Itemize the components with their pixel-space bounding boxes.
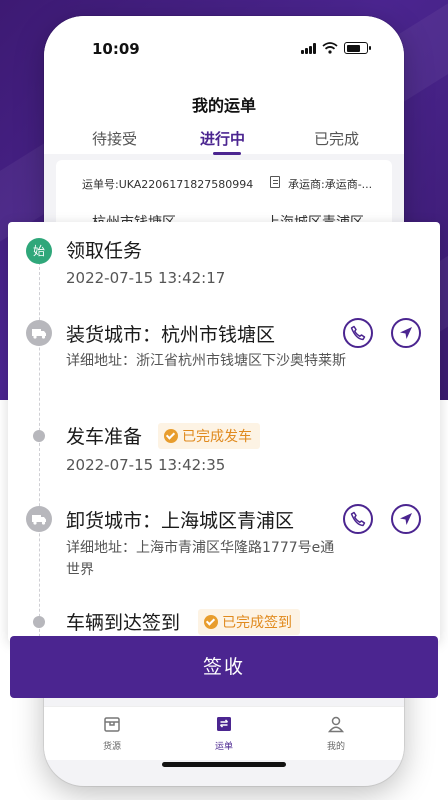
- waybill-progress-sheet: 始 领取任务 2022-07-15 13:42:17 装货城市：杭州市钱塘区 详…: [8, 222, 440, 642]
- nav-label-cargo: 货源: [102, 742, 121, 752]
- step-title-departure-prep: 发车准备: [66, 426, 143, 448]
- timeline-dot: [33, 616, 45, 628]
- wifi-icon: [322, 42, 338, 54]
- navigation-arrow-icon: [400, 327, 412, 339]
- nav-label-mine: 我的: [326, 742, 345, 752]
- header: 我的运单 待接受 进行中 已完成: [44, 72, 404, 155]
- check-circle-icon: [204, 615, 218, 629]
- timeline-dot: [33, 430, 45, 442]
- nav-cargo[interactable]: 货源: [82, 715, 142, 752]
- step-address-loading: 详细地址：浙江省杭州市钱塘区下沙奥特莱斯: [66, 353, 346, 369]
- truck-icon: [26, 506, 52, 532]
- status-icons: [301, 42, 371, 54]
- waybill-icon: [215, 715, 233, 733]
- nav-waybill[interactable]: 运单: [194, 715, 254, 752]
- step-address-unloading: 详细地址：上海市青浦区华隆路1777号e通世界: [66, 540, 335, 578]
- tab-bar: 待接受 进行中 已完成: [44, 128, 404, 155]
- navigate-button-unloading[interactable]: [391, 504, 421, 534]
- step-time-departure-prep: 2022-07-15 13:42:35: [66, 456, 226, 474]
- status-badge-departed: 已完成发车: [158, 423, 260, 449]
- copy-icon[interactable]: [270, 176, 280, 188]
- timeline-connector: [39, 262, 40, 642]
- navigate-button-loading[interactable]: [391, 318, 421, 348]
- active-tab-indicator: [213, 152, 241, 155]
- call-button-loading[interactable]: [343, 318, 373, 348]
- order-number: 运单号:UKA2206171827580994: [82, 178, 254, 191]
- start-node-icon: 始: [26, 238, 52, 264]
- step-title-arrival-checkin: 车辆到达签到: [66, 612, 181, 634]
- truck-icon: [26, 320, 52, 346]
- check-circle-icon: [164, 429, 178, 443]
- status-badge-checked-in: 已完成签到: [198, 609, 300, 635]
- phone-icon: [350, 325, 366, 341]
- step-title-unloading-city: 卸货城市：上海城区青浦区: [66, 510, 295, 532]
- step-title-loading-city: 装货城市：杭州市钱塘区: [66, 324, 276, 346]
- navigation-arrow-icon: [400, 513, 412, 525]
- page-title: 我的运单: [191, 96, 256, 115]
- sign-receipt-button[interactable]: 签收: [10, 636, 438, 698]
- tab-pending[interactable]: 待接受: [92, 128, 137, 149]
- step-title-receive-task: 领取任务: [66, 240, 143, 262]
- step-time-receive-task: 2022-07-15 13:42:17: [66, 269, 226, 287]
- tab-completed[interactable]: 已完成: [314, 128, 359, 149]
- nav-label-waybill: 运单: [214, 742, 233, 752]
- carrier-name: 承运商:承运商-...: [288, 178, 373, 191]
- home-indicator: [162, 762, 286, 767]
- badge-label: 已完成发车: [182, 429, 252, 445]
- badge-label: 已完成签到: [222, 615, 292, 631]
- tab-in-progress[interactable]: 进行中: [200, 128, 245, 149]
- status-bar: 10:09: [44, 16, 404, 72]
- bottom-nav: 货源 运单 我的: [44, 706, 404, 760]
- signal-icon: [301, 42, 316, 54]
- nav-mine[interactable]: 我的: [306, 715, 366, 752]
- phone-icon: [350, 511, 366, 527]
- call-button-unloading[interactable]: [343, 504, 373, 534]
- person-icon: [327, 715, 345, 733]
- box-icon: [103, 715, 121, 733]
- battery-icon: [344, 42, 371, 54]
- status-time: 10:09: [92, 40, 140, 58]
